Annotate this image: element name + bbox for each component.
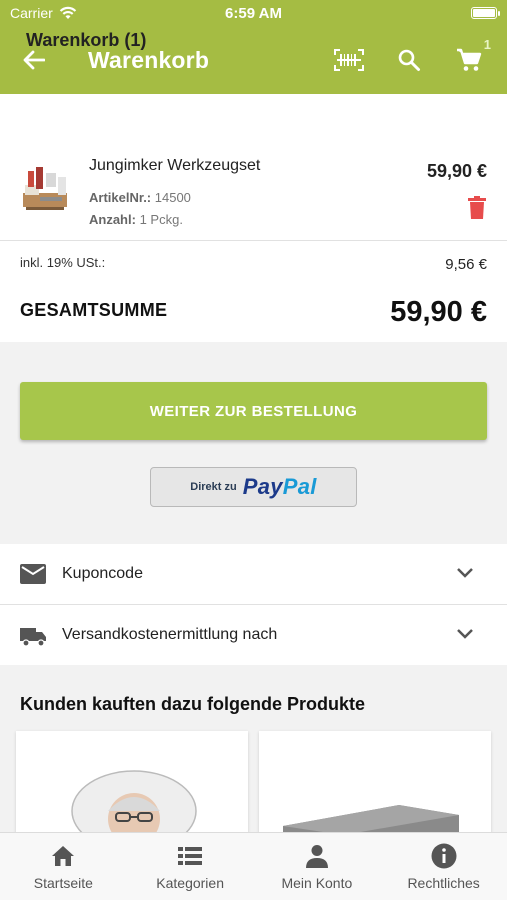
tax-label: inkl. 19% USt.: [20, 255, 106, 270]
divider [0, 240, 507, 241]
tax-value: 9,56 € [445, 256, 487, 273]
barcode-icon [334, 49, 364, 71]
shipping-cost-row[interactable]: Versandkostenermittlung nach [0, 605, 507, 665]
delete-item-icon[interactable] [467, 196, 487, 220]
nav-categories[interactable]: Kategorien [127, 833, 254, 900]
paypal-checkout-button[interactable]: Direkt zu PayPal [150, 467, 357, 507]
nav-legal-label: Rechtliches [407, 875, 480, 891]
nav-account-label: Mein Konto [281, 875, 353, 891]
quantity-row: Anzahl: 1 Pckg. [89, 212, 183, 227]
article-number-value: 14500 [154, 190, 191, 205]
carrier-label: Carrier [10, 5, 53, 21]
cart-button[interactable]: 1 [449, 37, 491, 80]
quantity-value: 1 Pckg. [139, 212, 183, 227]
paypal-prefix: Direkt zu [190, 481, 237, 493]
nav-home[interactable]: Startseite [0, 833, 127, 900]
article-number-row: ArtikelNr.: 14500 [89, 190, 191, 205]
product-price: 59,90 € [426, 161, 487, 181]
cart-title: Warenkorb (1) [26, 30, 147, 50]
product-name[interactable]: Jungimker Werkzeugset [89, 157, 260, 175]
search-icon [398, 49, 420, 71]
cart-icon [457, 48, 482, 71]
nav-home-label: Startseite [33, 875, 93, 891]
checkout-button[interactable]: WEITER ZUR BESTELLUNG [20, 382, 487, 440]
total-value: 59,90 € [390, 296, 487, 328]
chevron-down-icon [457, 568, 473, 578]
list-icon [178, 847, 203, 865]
cart-count-badge: 1 [483, 37, 491, 52]
chevron-down-icon [457, 629, 473, 639]
recommendations-title: Kunden kauften dazu folgende Produkte [20, 694, 366, 714]
nav-legal[interactable]: Rechtliches [380, 833, 507, 900]
bottom-navigation: Startseite Kategorien Mein Konto Rechtli… [0, 832, 507, 900]
article-number-label: ArtikelNr.: [89, 190, 152, 205]
arrow-left-icon [23, 50, 45, 70]
wifi-icon [59, 6, 76, 19]
total-label: GESAMTSUMME [20, 300, 168, 320]
home-icon [52, 846, 75, 866]
product-thumbnail[interactable] [20, 163, 70, 215]
coupon-code-row[interactable]: Kuponcode [0, 544, 507, 604]
status-bar: Carrier 6:59 AM [0, 0, 507, 26]
nav-categories-label: Kategorien [156, 875, 224, 891]
nav-account[interactable]: Mein Konto [254, 833, 381, 900]
truck-icon [20, 628, 46, 647]
shipping-cost-label: Versandkostenermittlung nach [62, 626, 278, 643]
coupon-code-label: Kuponcode [62, 565, 143, 582]
person-icon [305, 845, 328, 868]
battery-icon [471, 7, 500, 19]
barcode-scan-button[interactable] [329, 40, 369, 80]
search-button[interactable] [389, 40, 429, 80]
quantity-label: Anzahl: [89, 212, 136, 227]
paypal-logo: PayPal [242, 474, 317, 499]
mail-icon [20, 564, 46, 584]
info-icon [431, 843, 457, 869]
